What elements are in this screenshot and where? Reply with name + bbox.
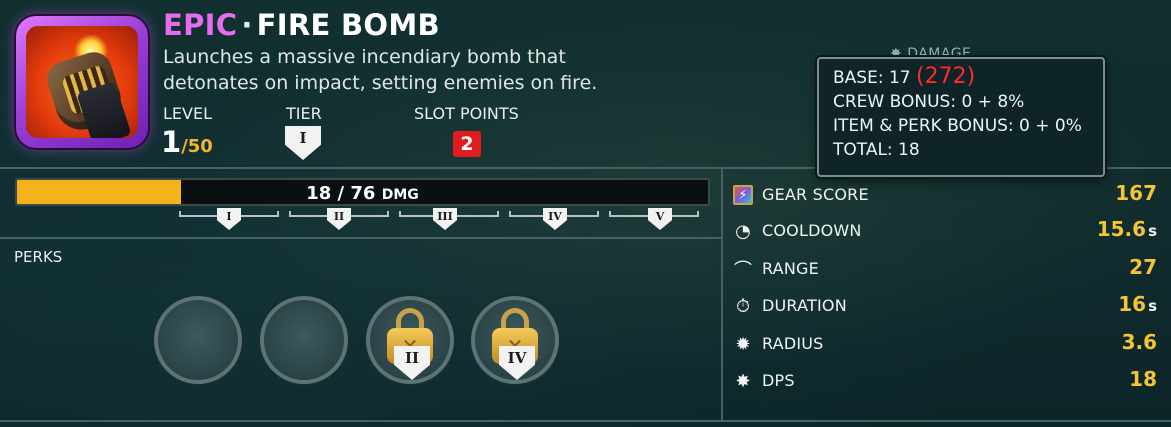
tooltip-crew-bonus: CREW BONUS: 0 + 8% <box>833 92 1025 112</box>
stat-value: 18 <box>1129 367 1157 391</box>
stat-label: RANGE <box>762 259 819 278</box>
fire-bomb-icon <box>14 14 150 150</box>
stat-number: 27 <box>1129 255 1157 279</box>
stat-number: 167 <box>1115 181 1157 205</box>
stat-value: 15.6 s <box>1097 217 1157 241</box>
stat-row-cooldown: ◔ COOLDOWN 15.6 s <box>733 217 1157 247</box>
progress-max: 76 <box>350 183 376 204</box>
level-max: /50 <box>181 136 213 157</box>
tier-value: I <box>299 129 307 147</box>
tier-marker-label: IV <box>548 210 562 223</box>
stat-row-duration: ⏱ DURATION 16 s <box>733 292 1157 322</box>
stat-row-dps: ✸ DPS 18 <box>733 367 1157 397</box>
rarity-label: EPIC <box>163 8 238 42</box>
stat-unit: s <box>1148 297 1157 315</box>
description-line-1: Launches a massive incendiary bomb that <box>163 46 566 68</box>
stat-label: DPS <box>762 371 795 390</box>
perk-slot-empty[interactable] <box>154 296 242 384</box>
progress-unit: DMG <box>381 187 419 203</box>
progress-separator: / <box>331 183 351 204</box>
divider-vertical <box>721 167 723 422</box>
stat-row-gear-score: ⚡ GEAR SCORE 167 <box>733 181 1157 211</box>
level-current: 1 <box>161 125 182 159</box>
divider-progress <box>0 237 722 239</box>
perk-slot-locked[interactable]: ✕ IV <box>471 296 559 384</box>
slot-points-label: SLOT POINTS <box>414 104 519 123</box>
progress-text: 18 / 76 DMG <box>17 183 708 204</box>
perks-label: PERKS <box>14 248 63 266</box>
tier-marker-label: V <box>655 210 665 223</box>
perk-tier-shield-icon: II <box>394 346 430 380</box>
damage-progress-bar: 18 / 76 DMG <box>15 178 710 206</box>
stat-label: RADIUS <box>762 334 824 353</box>
stat-number: 15.6 <box>1096 217 1147 241</box>
stat-number: 18 <box>1129 367 1157 391</box>
description-line-2: detonates on impact, setting enemies on … <box>163 72 598 94</box>
stat-number: 3.6 <box>1121 330 1157 354</box>
tier-marker-label: III <box>437 210 453 223</box>
tooltip-base-label: BASE: 17 <box>833 68 916 88</box>
stat-row-radius: ✹ RADIUS 3.6 <box>733 330 1157 360</box>
stat-value: 27 <box>1129 255 1157 279</box>
item-title: EPIC · FIRE BOMB <box>163 8 440 42</box>
stat-value: 16 s <box>1118 292 1157 316</box>
stat-value: 167 <box>1115 181 1157 205</box>
radius-icon: ✹ <box>735 333 751 355</box>
item-description: Launches a massive incendiary bomb that … <box>163 44 603 96</box>
stat-value: 3.6 <box>1122 330 1157 354</box>
divider-bottom <box>0 420 1171 422</box>
tooltip-base-extra: (272) <box>916 64 976 89</box>
stat-row-range: ⌒ RANGE 27 <box>733 255 1157 285</box>
perk-tier-label: IV <box>507 349 527 367</box>
stat-label: GEAR SCORE <box>762 185 869 204</box>
tooltip-base: BASE: 17 (272) <box>833 65 1103 90</box>
gear-score-icon: ⚡ <box>733 185 753 205</box>
perk-slot-empty[interactable] <box>260 296 348 384</box>
stat-number: 16 <box>1118 292 1147 316</box>
tooltip-total: TOTAL: 18 <box>833 140 920 160</box>
stat-label: DURATION <box>762 296 847 315</box>
cooldown-icon: ◔ <box>735 220 751 242</box>
perk-slot-locked[interactable]: ✕ II <box>366 296 454 384</box>
tooltip-item-perk-bonus: ITEM & PERK BONUS: 0 + 0% <box>833 116 1082 136</box>
range-icon: ⌒ <box>734 260 752 281</box>
duration-icon: ⏱ <box>735 295 751 317</box>
dps-icon: ✸ <box>735 370 751 392</box>
progress-current: 18 <box>306 183 332 204</box>
tier-marker-label: II <box>333 210 345 223</box>
level-value: 1/50 <box>161 125 213 159</box>
damage-tooltip: BASE: 17 (272) CREW BONUS: 0 + 8% ITEM &… <box>817 57 1105 177</box>
perk-tier-shield-icon: IV <box>499 346 535 380</box>
level-label: LEVEL <box>163 104 212 123</box>
stat-label: COOLDOWN <box>762 221 862 240</box>
tier-label: TIER <box>286 104 322 123</box>
tier-marker-label: I <box>226 210 232 223</box>
title-separator: · <box>241 8 253 42</box>
stat-unit: s <box>1148 222 1157 240</box>
item-name: FIRE BOMB <box>256 8 440 42</box>
perk-tier-label: II <box>404 349 420 367</box>
slot-points-badge: 2 <box>453 131 481 157</box>
